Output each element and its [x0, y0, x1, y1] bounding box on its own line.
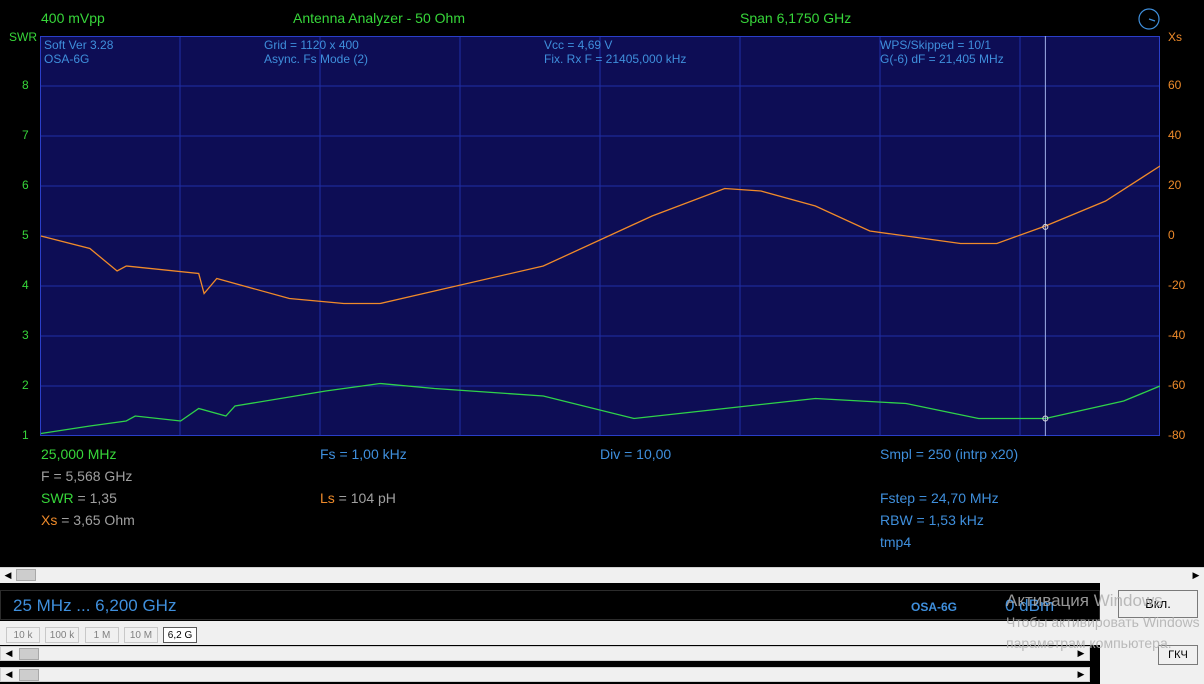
grid-info: Grid = 1120 x 400 [264, 38, 359, 52]
right-tick-label: 60 [1168, 78, 1182, 92]
scroll2-left-arrow-icon[interactable]: ◀ [1, 646, 17, 661]
start-frequency: 25,000 MHz [41, 446, 117, 462]
left-tick-label: 7 [22, 128, 29, 142]
right-axis-title: Xs [1168, 30, 1183, 44]
left-tick-label: 5 [22, 228, 29, 242]
activation-watermark-line3: параметрам компьютера. [1006, 635, 1172, 651]
right-tick-label: 20 [1168, 178, 1182, 192]
range-button-100k[interactable]: 100 k [45, 627, 79, 643]
rx-freq-info: Fix. Rx F = 21405,000 kHz [544, 52, 687, 66]
swr-readout-value: = 1,35 [73, 490, 117, 506]
left-tick-label: 2 [22, 378, 29, 392]
amplitude-label: 400 mVpp [41, 10, 105, 26]
left-tick-label: 8 [22, 78, 29, 92]
device-name: OSA-6G [44, 52, 90, 66]
left-tick-label: 1 [22, 428, 29, 442]
app-title: Antenna Analyzer - 50 Ohm [293, 10, 465, 26]
rbw-readout: RBW = 1,53 kHz [880, 512, 984, 528]
clock-icon[interactable] [1136, 6, 1162, 32]
chart-svg[interactable] [40, 36, 1160, 436]
scroll-thumb[interactable] [16, 569, 36, 581]
range-button-10k[interactable]: 10 k [6, 627, 40, 643]
wps-info: WPS/Skipped = 10/1 [880, 38, 992, 52]
span-label: Span 6,1750 GHz [740, 10, 852, 26]
main-horizontal-scrollbar[interactable]: ◀ ▶ [0, 567, 1204, 583]
file-name: tmp4 [880, 534, 912, 550]
right-tick-label: -60 [1168, 378, 1186, 392]
scroll3-thumb[interactable] [19, 669, 39, 681]
right-tick-label: -20 [1168, 278, 1186, 292]
left-axis-title: SWR [9, 30, 37, 44]
range-button-6-2g[interactable]: 6,2 G [163, 627, 197, 643]
smpl-readout: Smpl = 250 (intrp x20) [880, 446, 1019, 462]
left-tick-label: 6 [22, 178, 29, 192]
xs-readout-value: = 3,65 Ohm [57, 512, 135, 528]
fs-mode-info: Async. Fs Mode (2) [264, 52, 369, 66]
activation-watermark-line2: Чтобы активировать Windows [1006, 614, 1200, 630]
right-tick-label: 0 [1168, 228, 1175, 242]
secondary-scrollbar[interactable]: ◀ ▶ [0, 646, 1090, 661]
status-bar: 25 MHz ... 6,200 GHz OSA-6G 0 dBm [0, 590, 1100, 620]
fs-readout: Fs = 1,00 kHz [320, 446, 407, 462]
scroll3-left-arrow-icon[interactable]: ◀ [1, 667, 17, 682]
status-device: OSA-6G [911, 600, 958, 614]
left-tick-label: 4 [22, 278, 29, 292]
ls-readout-value: = 104 pH [334, 490, 396, 506]
tertiary-scrollbar[interactable]: ◀ ▶ [0, 667, 1090, 682]
plot-area[interactable]: Soft Ver 3.28 OSA-6G Grid = 1120 x 400 A… [40, 36, 1160, 436]
scroll-left-arrow-icon[interactable]: ◀ [0, 568, 16, 583]
scroll-right-arrow-icon[interactable]: ▶ [1188, 568, 1204, 583]
frequency-range: 25 MHz ... 6,200 GHz [13, 596, 177, 615]
fstep-readout: Fstep = 24,70 MHz [880, 490, 999, 506]
left-tick-label: 3 [22, 328, 29, 342]
ls-readout-label: Ls [320, 490, 335, 506]
right-tick-label: 40 [1168, 128, 1182, 142]
activation-watermark-title: Активация Windows [1006, 591, 1163, 610]
range-button-1m[interactable]: 1 M [85, 627, 119, 643]
scroll2-thumb[interactable] [19, 648, 39, 660]
scroll3-right-arrow-icon[interactable]: ▶ [1073, 667, 1089, 682]
range-button-10m[interactable]: 10 M [124, 627, 158, 643]
xs-readout: Xs = 3,65 Ohm [41, 512, 135, 528]
xs-readout-label: Xs [41, 512, 58, 528]
div-readout: Div = 10,00 [600, 446, 672, 462]
gdf-info: G(-6) dF = 21,405 MHz [880, 52, 1004, 66]
vcc-info: Vcc = 4,69 V [544, 38, 613, 52]
ls-readout: Ls = 104 pH [320, 490, 396, 506]
swr-readout-label: SWR [41, 490, 74, 506]
marker-frequency: F = 5,568 GHz [41, 468, 133, 484]
right-tick-label: -80 [1168, 428, 1186, 442]
right-tick-label: -40 [1168, 328, 1186, 342]
soft-version: Soft Ver 3.28 [44, 38, 114, 52]
swr-readout: SWR = 1,35 [41, 490, 117, 506]
